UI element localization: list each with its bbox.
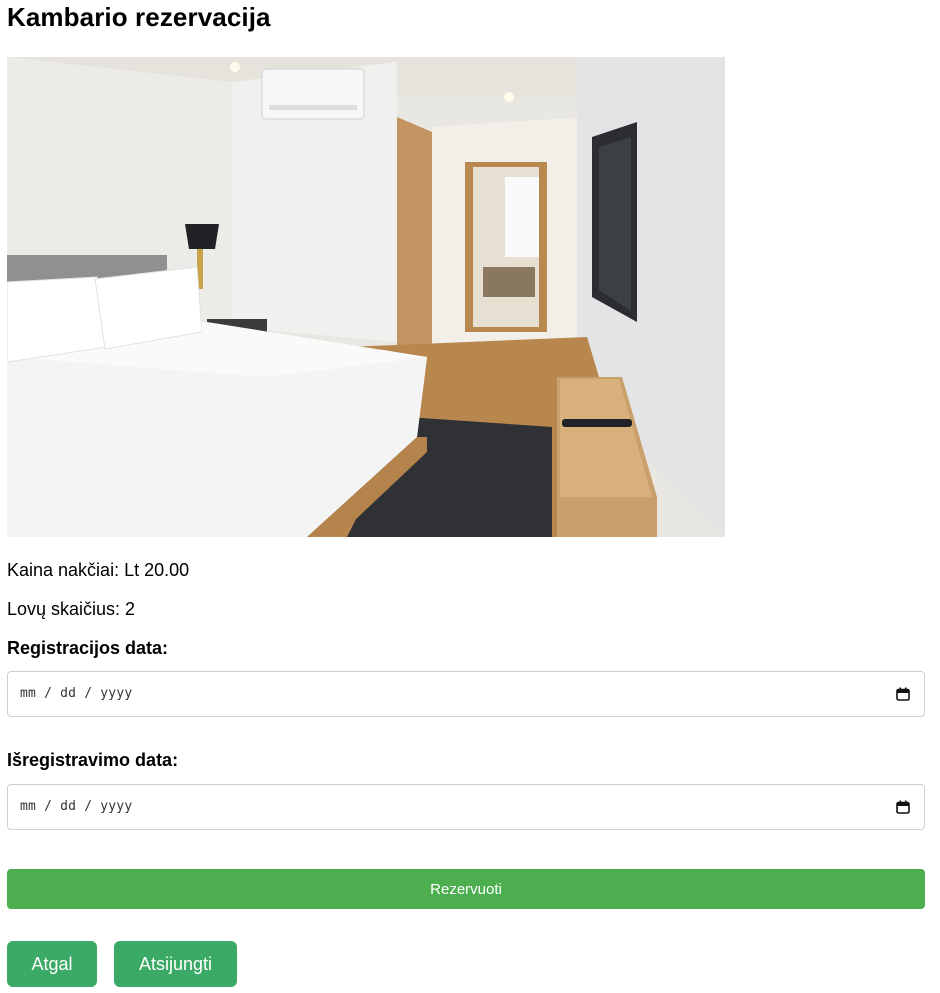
checkin-date-label: Registracijos data:: [7, 638, 169, 658]
reserve-button[interactable]: Rezervuoti: [7, 869, 925, 909]
calendar-icon[interactable]: [896, 687, 910, 701]
back-button[interactable]: Atgal: [7, 941, 97, 987]
room-image: [7, 57, 725, 537]
price-per-night: Kaina nakčiai: Lt 20.00: [7, 560, 190, 580]
page-title: Kambario rezervacija: [7, 2, 271, 32]
bed-count: Lovų skaičius: 2: [7, 599, 136, 619]
checkout-date-label: Išregistravimo data:: [7, 750, 179, 770]
checkin-date-placeholder: mm / dd / yyyy: [20, 686, 133, 701]
checkout-date-input[interactable]: mm / dd / yyyy: [7, 784, 925, 830]
checkout-date-placeholder: mm / dd / yyyy: [20, 799, 133, 814]
checkin-date-input[interactable]: mm / dd / yyyy: [7, 671, 925, 717]
logout-button[interactable]: Atsijungti: [114, 941, 237, 987]
calendar-icon[interactable]: [896, 800, 910, 814]
